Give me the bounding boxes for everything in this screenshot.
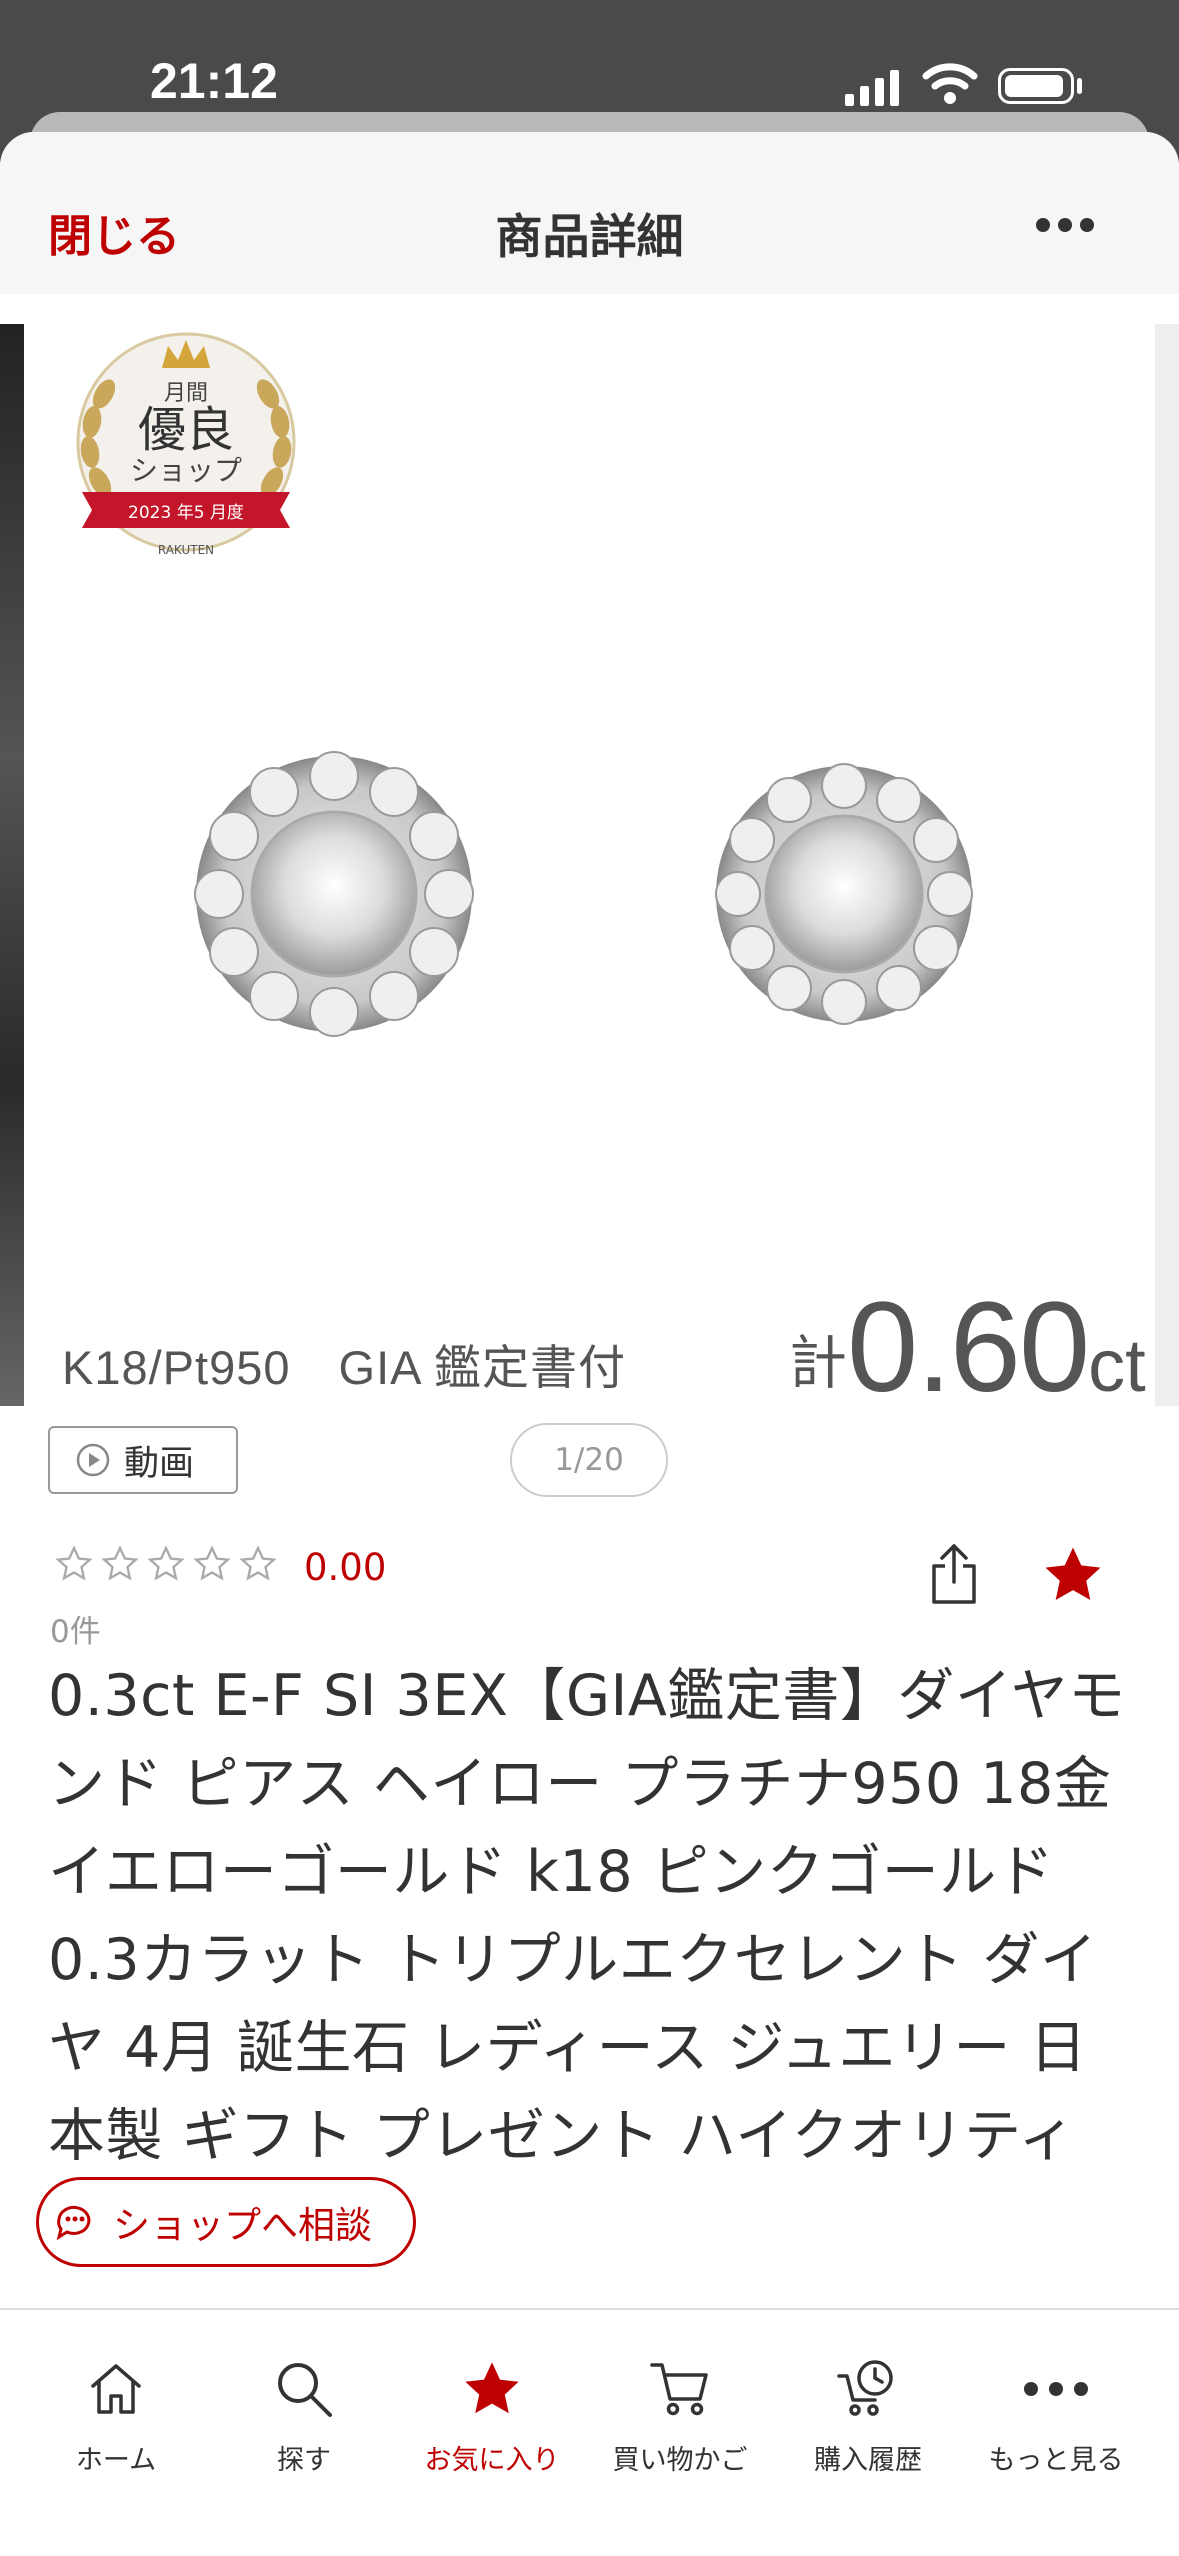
- empty-star-icon: [101, 1545, 139, 1581]
- tab-label: もっと見る: [988, 2445, 1124, 2476]
- tab-purchase-history[interactable]: 購入履歴: [774, 2310, 962, 2556]
- carat-unit: ct: [1088, 1324, 1146, 1407]
- product-detail-sheet: 閉じる 商品詳細 月間 優良 ショップ 2023 年5 月度 RAKUTEN K…: [0, 132, 1179, 2556]
- favorite-star-icon[interactable]: [1040, 1542, 1106, 1608]
- search-icon: [278, 2363, 332, 2417]
- spec-text: K18/Pt950 GIA 鑑定書付: [62, 1341, 626, 1394]
- next-image-peek[interactable]: [1155, 324, 1179, 1406]
- wifi-icon: [922, 63, 978, 104]
- product-image[interactable]: 月間 優良 ショップ 2023 年5 月度 RAKUTEN K18/Pt950 …: [24, 324, 1155, 1419]
- carat-value: 0.60: [847, 1276, 1090, 1419]
- shop-consult-label: ショップへ相談: [113, 2204, 372, 2247]
- total-carat: 計0.60ct: [789, 1274, 1146, 1421]
- tab-favorites[interactable]: お気に入り: [398, 2310, 586, 2556]
- status-bar: 21:12: [0, 0, 1179, 130]
- tab-cart[interactable]: 買い物かご: [586, 2310, 774, 2556]
- history-icon: [837, 2360, 893, 2416]
- more-icon: [1024, 2382, 1088, 2396]
- cellular-signal-icon: [845, 70, 899, 106]
- tab-label: 購入履歴: [814, 2445, 922, 2476]
- tab-label: 探す: [277, 2445, 331, 2476]
- shop-consult-button[interactable]: ショップへ相談: [36, 2177, 416, 2267]
- tab-search[interactable]: 探す: [210, 2310, 398, 2556]
- empty-star-icon: [147, 1545, 185, 1581]
- product-title: 0.3ct E-F SI 3EX【GIA鑑定書】ダイヤモンド ピアス ヘイロー …: [48, 1663, 1126, 2257]
- status-time: 21:12: [150, 53, 278, 109]
- image-gallery[interactable]: 月間 優良 ショップ 2023 年5 月度 RAKUTEN K18/Pt950 …: [0, 324, 1179, 1419]
- badge-line2: 優良: [138, 402, 234, 458]
- video-label: 動画: [124, 1443, 195, 1484]
- shop-award-badge: 月間 優良 ショップ 2023 年5 月度 RAKUTEN: [76, 332, 296, 557]
- battery-tip: [1077, 78, 1082, 94]
- play-icon: [76, 1443, 110, 1477]
- page-title: 商品詳細: [495, 210, 684, 265]
- chat-icon: [56, 2205, 91, 2241]
- badge-line3: ショップ: [130, 454, 242, 487]
- carat-prefix: 計: [789, 1331, 848, 1396]
- star-icon: [465, 2362, 519, 2414]
- badge-footer: RAKUTEN: [158, 543, 214, 557]
- share-icon[interactable]: [928, 1542, 980, 1606]
- tab-more[interactable]: もっと見る: [962, 2310, 1150, 2556]
- image-counter: 1/20: [510, 1423, 668, 1497]
- empty-star-icon: [193, 1545, 231, 1581]
- battery-icon: [998, 68, 1074, 104]
- badge-ribbon: 2023 年5 月度: [128, 503, 244, 523]
- rating-stars[interactable]: [54, 1544, 278, 1584]
- home-icon: [91, 2364, 141, 2414]
- review-count[interactable]: 0件: [50, 1606, 101, 1651]
- header: 閉じる 商品詳細: [0, 132, 1179, 294]
- empty-star-icon: [239, 1545, 277, 1581]
- rating-score[interactable]: 0.00: [304, 1546, 386, 1589]
- tab-home[interactable]: ホーム: [22, 2310, 210, 2556]
- video-button[interactable]: 動画: [48, 1426, 238, 1494]
- more-options-icon[interactable]: [1035, 217, 1095, 233]
- tab-label: ホーム: [75, 2445, 157, 2476]
- cart-icon: [650, 2363, 708, 2416]
- bottom-tab-bar: ホーム 探す お気に入り 買い物かご 購入履歴 もっと見る: [0, 2308, 1179, 2556]
- tab-label: お気に入り: [424, 2445, 560, 2476]
- tab-label: 買い物かご: [612, 2445, 748, 2476]
- empty-star-icon: [55, 1545, 93, 1581]
- previous-image-peek[interactable]: [0, 324, 24, 1406]
- earrings-photo: [194, 751, 973, 1037]
